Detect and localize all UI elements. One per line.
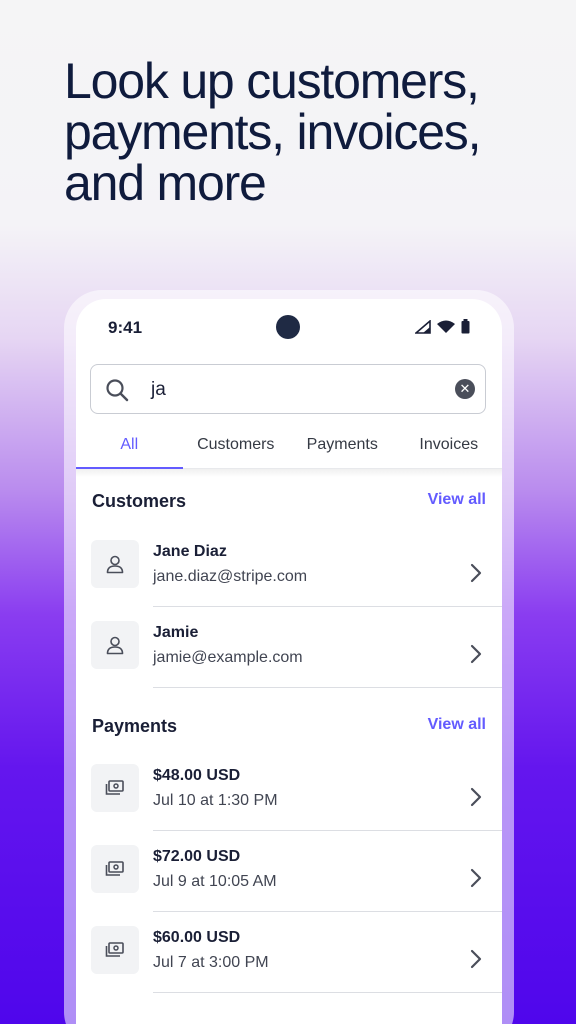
close-icon[interactable]: ✕ <box>455 379 475 399</box>
customers-view-all-link[interactable]: View all <box>428 491 486 509</box>
tab-shadow <box>76 469 502 477</box>
status-bar: 9:41 <box>76 299 502 355</box>
customers-section-header: Customers View all <box>92 491 486 515</box>
chevron-right-icon <box>470 868 482 888</box>
person-icon <box>91 540 139 588</box>
row-divider <box>153 606 502 607</box>
headline-line-3: and more <box>64 155 267 211</box>
row-divider <box>153 992 502 993</box>
camera-cutout <box>276 315 300 339</box>
payment-date: Jul 7 at 3:00 PM <box>153 954 269 971</box>
customer-name: Jane Diaz <box>153 543 227 560</box>
search-input[interactable]: ja ✕ <box>90 364 486 414</box>
headline-line-1: Look up customers, <box>64 53 480 109</box>
chevron-right-icon <box>470 644 482 664</box>
customer-row[interactable]: Jane Diaz jane.diaz@stripe.com <box>76 540 502 621</box>
tab-customers[interactable]: Customers <box>183 427 290 468</box>
phone-screen: 9:41 ja ✕ All Customers Payments Invoice… <box>76 299 502 1024</box>
status-time: 9:41 <box>108 318 143 337</box>
customer-email: jamie@example.com <box>153 649 303 666</box>
payments-section-header: Payments View all <box>92 716 486 740</box>
payment-row[interactable]: $72.00 USD Jul 9 at 10:05 AM <box>76 845 502 926</box>
signal-icon <box>415 319 431 334</box>
payment-amount: $72.00 USD <box>153 848 241 865</box>
search-query: ja <box>151 379 166 400</box>
payment-date: Jul 9 at 10:05 AM <box>153 873 277 890</box>
payment-amount: $60.00 USD <box>153 929 241 946</box>
payment-row[interactable]: $60.00 USD Jul 7 at 3:00 PM <box>76 926 502 1007</box>
tab-payments[interactable]: Payments <box>289 427 396 468</box>
status-icons <box>415 319 470 334</box>
headline: Look up customers, payments, invoices, a… <box>64 56 534 209</box>
chevron-right-icon <box>470 563 482 583</box>
tab-bar: All Customers Payments Invoices <box>76 427 502 469</box>
customer-row[interactable]: Jamie jamie@example.com <box>76 621 502 702</box>
tab-all[interactable]: All <box>76 427 183 469</box>
money-icon <box>91 845 139 893</box>
tab-invoices[interactable]: Invoices <box>396 427 503 468</box>
row-divider <box>153 830 502 831</box>
payments-view-all-link[interactable]: View all <box>428 716 486 734</box>
headline-line-2: payments, invoices, <box>64 104 481 160</box>
chevron-right-icon <box>470 949 482 969</box>
money-icon <box>91 764 139 812</box>
wifi-icon <box>437 320 455 333</box>
customers-section-title: Customers <box>92 491 187 511</box>
person-icon <box>91 621 139 669</box>
search-icon <box>106 379 129 402</box>
chevron-right-icon <box>470 787 482 807</box>
payment-amount: $48.00 USD <box>153 767 241 784</box>
customer-name: Jamie <box>153 624 199 641</box>
payment-date: Jul 10 at 1:30 PM <box>153 792 278 809</box>
row-divider <box>153 911 502 912</box>
row-divider <box>153 687 502 688</box>
payments-section-title: Payments <box>92 716 178 736</box>
battery-icon <box>461 319 470 334</box>
payment-row[interactable]: $48.00 USD Jul 10 at 1:30 PM <box>76 764 502 845</box>
money-icon <box>91 926 139 974</box>
customer-email: jane.diaz@stripe.com <box>153 568 308 585</box>
